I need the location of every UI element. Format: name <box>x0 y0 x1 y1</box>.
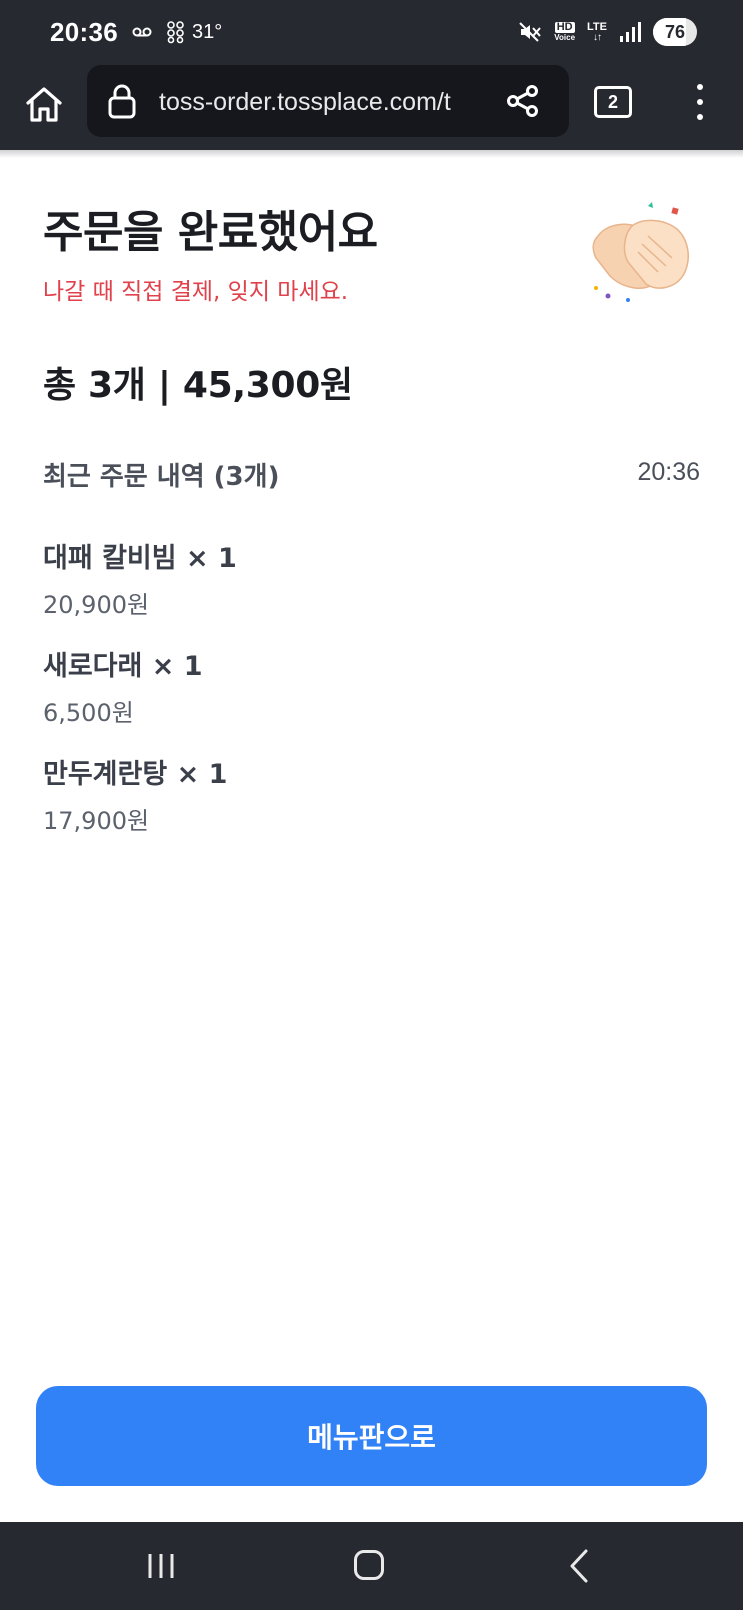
lte-arrows: ↓↑ <box>593 31 602 43</box>
url-text[interactable]: toss-order.tossplace.com/t <box>159 85 485 119</box>
page-title: 주문을 완료했어요 <box>43 207 378 258</box>
share-icon[interactable] <box>505 83 541 119</box>
order-item: 대패 칼비빔 × 1 20,900원 <box>43 536 237 620</box>
toolbar-shadow <box>0 150 743 158</box>
battery-percent: 76 <box>664 21 686 42</box>
tab-count: 2 <box>607 91 618 112</box>
order-item-price: 20,900원 <box>43 591 150 619</box>
browser-toolbar: toss-order.tossplace.com/t 2 <box>0 62 743 150</box>
tabs-icon[interactable]: 2 <box>594 86 632 118</box>
more-vert-icon[interactable] <box>690 82 710 122</box>
status-bar: 20:36 31° HD Voice LTE ↓↑ 76 <box>0 0 743 62</box>
recent-orders-header: 최근 주문 내역 (3개) <box>43 462 280 492</box>
order-total: 총 3개 | 45,300원 <box>43 365 353 406</box>
recent-orders-time: 20:36 <box>637 458 700 486</box>
address-bar[interactable]: toss-order.tossplace.com/t <box>87 65 569 137</box>
voicemail-icon <box>132 27 152 37</box>
url-fade <box>447 79 489 123</box>
clapping-hands-icon <box>592 202 690 302</box>
back-icon[interactable] <box>566 1548 592 1584</box>
status-clock: 20:36 <box>50 16 118 47</box>
nav-home-icon[interactable] <box>354 1550 384 1580</box>
order-item: 새로다래 × 1 6,500원 <box>43 644 203 728</box>
weather-icon <box>167 21 184 44</box>
mute-icon <box>519 22 542 42</box>
status-temperature: 31° <box>192 20 223 43</box>
order-item-name: 만두계란탕 × 1 <box>43 759 228 790</box>
lte-icon: LTE ↓↑ <box>587 20 607 43</box>
order-item-name: 새로다래 × 1 <box>43 651 203 682</box>
status-right: HD Voice LTE ↓↑ 76 <box>518 16 697 48</box>
hd-voice-icon: HD Voice <box>554 22 575 42</box>
lte-label: LTE <box>587 20 607 33</box>
battery-icon: 76 <box>653 18 697 46</box>
home-button[interactable] <box>22 82 66 126</box>
payment-reminder: 나갈 때 직접 결제, 잊지 마세요. <box>43 279 349 305</box>
system-nav-bar <box>0 1522 743 1610</box>
menu-board-button[interactable]: 메뉴판으로 <box>36 1386 707 1486</box>
status-left: 20:36 31° <box>50 16 222 48</box>
order-item-name: 대패 칼비빔 × 1 <box>43 543 237 574</box>
recent-apps-icon[interactable] <box>146 1552 176 1580</box>
signal-icon <box>620 22 641 42</box>
order-item-price: 17,900원 <box>43 807 150 835</box>
order-item: 만두계란탕 × 1 17,900원 <box>43 752 227 836</box>
lock-icon[interactable] <box>107 83 137 119</box>
order-item-price: 6,500원 <box>43 699 134 727</box>
hd-label: HD <box>554 21 575 33</box>
voice-label: Voice <box>554 33 576 42</box>
home-icon <box>26 87 62 122</box>
